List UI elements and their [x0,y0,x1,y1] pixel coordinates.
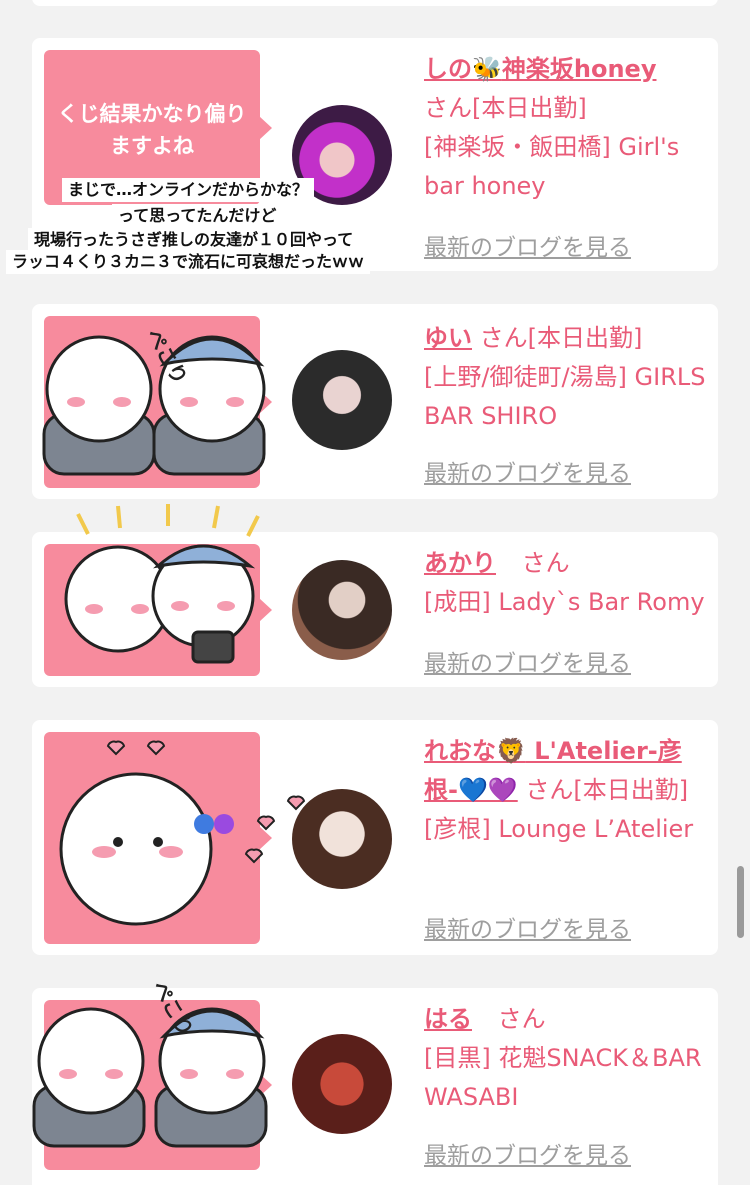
shop-name: [神楽坂・飯田橋] Girl's bar honey [424,133,680,200]
cast-name-link[interactable]: しの🐝神楽坂honey [424,55,656,83]
cast-name-link[interactable]: あかり [424,549,496,577]
blog-link[interactable]: 最新のブログを見る [424,228,631,262]
cast-name-link[interactable]: ゆい [424,324,472,352]
cast-info: ゆい さん[本日出勤] [上野/御徒町/湯島] GIRLS BAR SHIRO [424,319,706,436]
caption-line: 現場行ったうさぎ推しの友達が１０回やって [28,228,360,252]
cast-card[interactable]: ぺこり ゆい さん[本日出勤] [上野/御徒町/湯島] GIRLS BAR SH… [32,304,718,499]
cast-name-link[interactable]: はる [424,1005,472,1033]
cast-avatar[interactable] [292,560,392,660]
cast-info: あかり さん [成田] Lady`s Bar Romy [424,544,706,622]
previous-card [32,0,718,6]
attendance-status: さん[本日出勤] [479,324,643,352]
cast-avatar[interactable] [292,1034,392,1134]
blog-link[interactable]: 最新のブログを見る [424,910,631,944]
shop-name: [目黒] 花魁SNACK＆BAR WASABI [424,1044,702,1111]
cast-info: しの🐝神楽坂honey さん[本日出勤] [神楽坂・飯田橋] Girl's ba… [424,50,706,206]
bear-wave-sticker [64,504,260,664]
attendance-status: さん[本日出勤] [424,94,587,122]
cast-card[interactable]: ぺこり はる さん [目黒] 花魁SNACK＆BAR WASABI 最新のブログ… [32,977,718,1185]
attendance-status: さん [497,1005,546,1033]
caption-line: って思ってたんだけど [112,204,283,228]
attendance-status: さん [521,549,570,577]
sticker-text: ぺこり [148,977,199,1041]
shop-name: [成田] Lady`s Bar Romy [424,588,705,616]
cast-avatar[interactable] [292,789,392,889]
cast-card[interactable]: あかり さん [成田] Lady`s Bar Romy 最新のブログを見る [32,504,718,687]
bee-icon: 🐝 [472,55,502,83]
blog-link[interactable]: 最新のブログを見る [424,644,631,678]
shop-name: [彦根] Lounge L’Atelier [424,815,694,843]
caption-line: まじで…オンラインだからかな？ [62,178,315,202]
cast-avatar[interactable] [292,350,392,450]
shop-name: [上野/御徒町/湯島] GIRLS BAR SHIRO [424,363,706,430]
caption-line: ラッコ４くり３カニ３で流石に可哀想だったｗｗ [6,250,371,274]
scrollbar[interactable] [737,866,744,938]
cast-info: はる さん [目黒] 花魁SNACK＆BAR WASABI [424,1000,706,1117]
attendance-status: さん[本日出勤] [525,776,689,804]
bubble-text: くじ結果かなり偏りますよね [57,102,247,158]
blog-link[interactable]: 最新のブログを見る [424,1136,631,1170]
blog-link[interactable]: 最新のブログを見る [424,454,631,488]
bear-bow-sticker: ぺこり [32,977,268,1148]
bear-bow-sticker: ぺこり [42,325,266,476]
cast-card[interactable]: れおな🦁 L'Atelier-彦根-💙💜 さん[本日出勤] [彦根] Loung… [32,720,718,955]
lion-icon: 🦁 [496,737,526,765]
cast-info: れおな🦁 L'Atelier-彦根-💙💜 さん[本日出勤] [彦根] Loung… [424,732,706,849]
